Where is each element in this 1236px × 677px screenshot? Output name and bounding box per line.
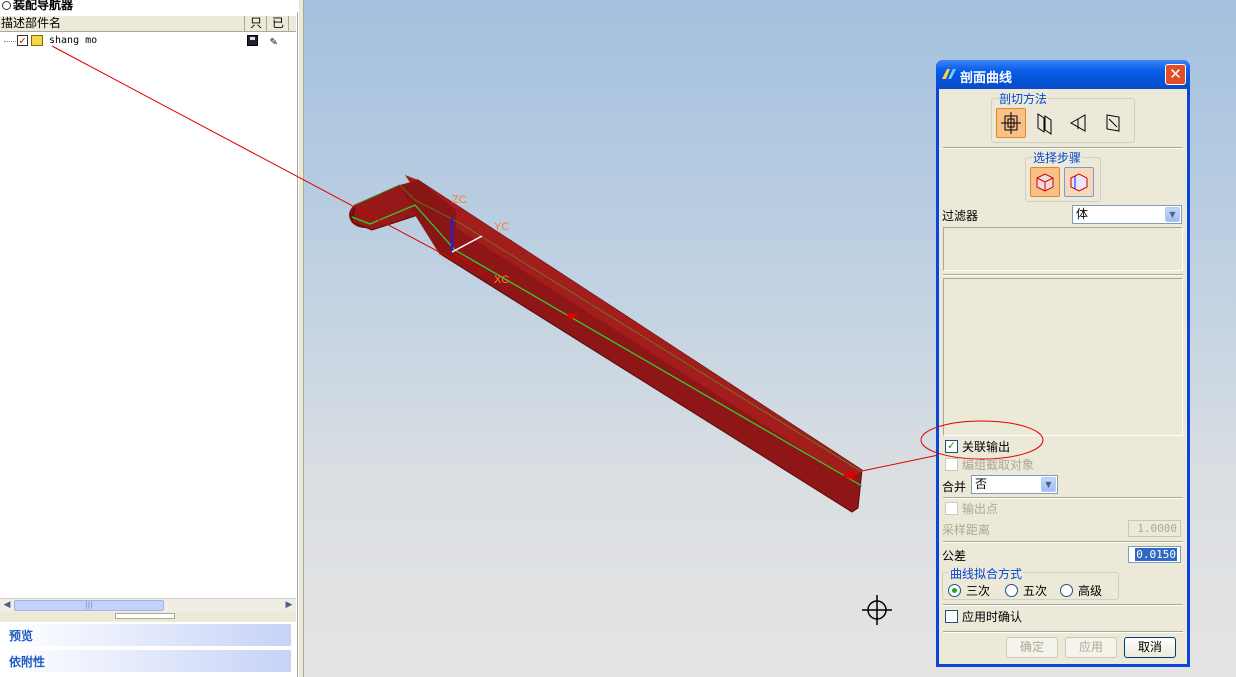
chevron-down-icon[interactable]: ▼	[1165, 207, 1180, 222]
annotation-line-part	[51, 45, 459, 263]
method-perpendicular-planes-button[interactable]	[1098, 108, 1128, 138]
section-method-label: 剖切方法	[998, 90, 1049, 107]
sample-distance-label: 采样距离	[942, 523, 991, 537]
filter-label: 过滤器	[942, 209, 979, 223]
fit-cubic-radio[interactable]	[948, 584, 961, 597]
fit-cubic-label: 三次	[966, 584, 991, 598]
filter-select[interactable]: 体 ▼	[1072, 205, 1182, 224]
planes-list[interactable]	[943, 278, 1183, 436]
arm-top-face	[405, 175, 862, 480]
fit-quintic-radio[interactable]	[1005, 584, 1018, 597]
zc-label: ZC	[452, 194, 467, 206]
yc-label: YC	[494, 221, 509, 233]
separator	[943, 631, 1183, 633]
cancel-button[interactable]: 取消	[1124, 637, 1176, 658]
selection-steps-label: 选择步骤	[1032, 149, 1083, 166]
sample-distance-field[interactable]: 1.0000	[1128, 520, 1181, 537]
separator	[943, 604, 1183, 606]
select-planes-icon	[1070, 173, 1088, 192]
separator	[943, 274, 1183, 276]
curve-fit-label: 曲线拟合方式	[949, 565, 1024, 582]
separator	[943, 497, 1183, 499]
select-objects-icon	[1036, 173, 1054, 192]
group-sections-label: 编组截取对象	[962, 458, 1035, 472]
confirm-on-apply-label: 应用时确认	[962, 610, 1023, 624]
fit-advanced-radio[interactable]	[1060, 584, 1073, 597]
method-radial-planes-button[interactable]	[1064, 108, 1094, 138]
join-value: 否	[975, 477, 988, 491]
selected-planes-icon	[1001, 112, 1021, 134]
fit-quintic-label: 五次	[1023, 584, 1048, 598]
join-select[interactable]: 否 ▼	[971, 475, 1058, 494]
group-sections-checkbox[interactable]	[945, 458, 958, 471]
step-select-planes-button[interactable]	[1064, 167, 1094, 197]
section-curve-dialog: 剖面曲线 ✕ 剖切方法 选择步骤 过滤器 体 ▼ ✓ 关联输出 编组截取对象 合…	[920, 60, 1190, 667]
chevron-down-icon[interactable]: ▼	[1041, 477, 1056, 492]
apply-button[interactable]: 应用	[1065, 637, 1117, 658]
tolerance-label: 公差	[942, 549, 967, 563]
method-planes-button[interactable]	[996, 108, 1026, 138]
output-points-checkbox[interactable]	[945, 502, 958, 515]
filter-value: 体	[1076, 207, 1089, 221]
xc-label: XC	[494, 274, 509, 286]
method-parallel-planes-button[interactable]	[1030, 108, 1060, 138]
fit-advanced-label: 高级	[1078, 584, 1103, 598]
nx-logo-icon	[942, 69, 956, 79]
dialog-body: 剖切方法 选择步骤 过滤器 体 ▼ ✓ 关联输出 编组截取对象 合并 否 ▼ 输…	[920, 89, 1187, 664]
tolerance-field[interactable]: 0.0150	[1128, 546, 1181, 563]
confirm-on-apply-checkbox[interactable]	[945, 610, 958, 623]
perpendicular-planes-icon	[1106, 114, 1120, 132]
output-points-label: 输出点	[962, 502, 999, 516]
step-select-objects-button[interactable]	[1030, 167, 1060, 197]
crosshair-cursor-icon	[862, 595, 892, 625]
selection-list[interactable]	[943, 227, 1183, 271]
radial-planes-icon	[1069, 114, 1086, 132]
dialog-title: 剖面曲线	[960, 71, 1013, 86]
separator	[943, 541, 1183, 543]
join-label: 合并	[942, 480, 967, 494]
dialog-title-bar[interactable]: 剖面曲线 ✕	[936, 60, 1190, 89]
parallel-planes-icon	[1037, 113, 1052, 135]
close-button[interactable]: ✕	[1165, 64, 1186, 85]
ok-button[interactable]: 确定	[1006, 637, 1058, 658]
